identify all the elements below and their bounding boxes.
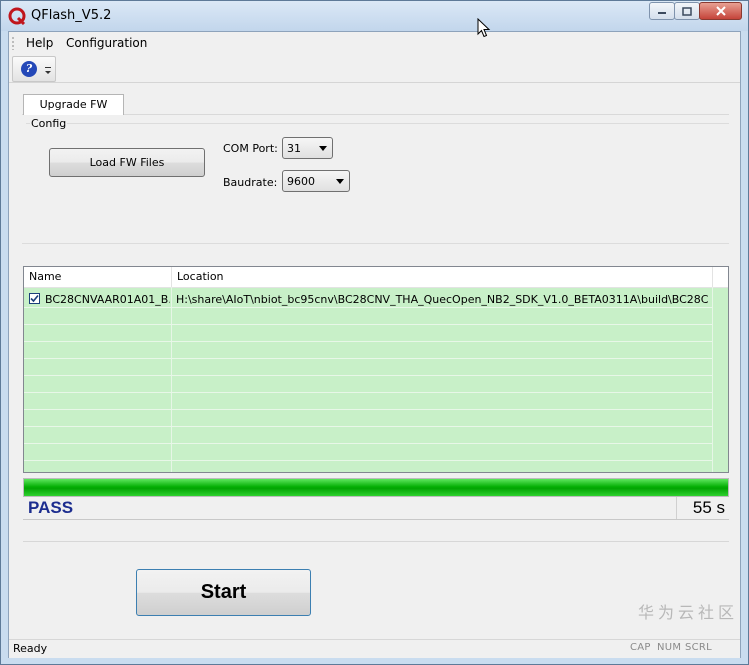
elapsed-time: 55 s — [676, 497, 729, 519]
config-group-border — [26, 123, 729, 124]
baudrate-label: Baudrate: — [223, 176, 278, 189]
tab-pane-upgrade-fw — [22, 114, 729, 245]
table-row — [24, 376, 712, 393]
table-row — [24, 427, 712, 444]
firmware-file-list[interactable]: Name Location BC28CNVAAR01A01_B... H:\sh… — [23, 266, 729, 473]
row-name: BC28CNVAAR01A01_B... — [45, 293, 170, 306]
status-bar: Ready CAP NUM SCRL — [9, 639, 740, 658]
progress-fill — [24, 479, 728, 496]
minimize-icon[interactable] — [649, 2, 675, 20]
indicator-num: NUM — [657, 642, 682, 653]
column-header-name[interactable]: Name — [24, 267, 172, 287]
close-icon[interactable] — [699, 2, 742, 20]
result-status: PASS — [28, 498, 74, 517]
maximize-icon[interactable] — [674, 2, 700, 20]
table-row — [24, 325, 712, 342]
result-row: PASS 55 s — [23, 497, 729, 520]
table-row[interactable]: BC28CNVAAR01A01_B... H:\share\AIoT\nbiot… — [24, 291, 712, 308]
watermark: 华为云社区 — [637, 603, 738, 622]
table-row — [24, 359, 712, 376]
status-text: Ready — [13, 642, 48, 655]
start-button-label: Start — [200, 581, 247, 603]
table-row — [24, 410, 712, 427]
main-window: QFlash_V5.2 Help Configuration ? Upgrade… — [0, 0, 749, 665]
result-separator — [23, 519, 729, 520]
row-location: H:\share\AIoT\nbiot_bc95cnv\BC28CNV_THA_… — [176, 293, 709, 306]
column-header-location[interactable]: Location — [172, 267, 713, 287]
list-header: Name Location — [24, 267, 728, 288]
toolbar-strip: ? — [12, 56, 56, 82]
indicator-scrl: SCRL — [685, 642, 713, 653]
table-row — [24, 393, 712, 410]
config-separator — [22, 243, 729, 244]
client-area: Help Configuration ? Upgrade FW Config L… — [8, 31, 741, 658]
baudrate-select[interactable]: 9600 — [282, 170, 350, 192]
tab-upgrade-fw[interactable]: Upgrade FW — [23, 94, 124, 115]
com-port-label: COM Port: — [223, 142, 278, 155]
mouse-cursor-icon — [477, 18, 491, 38]
help-question-icon[interactable]: ? — [21, 61, 37, 77]
upgrade-progress-bar — [23, 478, 729, 497]
chevron-down-icon — [336, 179, 344, 184]
toolbar: ? — [9, 54, 740, 83]
baudrate-value: 9600 — [287, 175, 315, 188]
menubar-grip[interactable] — [12, 36, 14, 50]
indicator-cap: CAP — [630, 642, 651, 653]
bottom-separator — [23, 541, 729, 542]
start-button[interactable]: Start — [136, 569, 311, 616]
chevron-down-icon[interactable] — [44, 65, 52, 77]
menu-help[interactable]: Help — [26, 36, 53, 50]
qflash-q-logo-icon — [8, 7, 26, 25]
menu-bar: Help Configuration — [9, 32, 740, 54]
load-fw-files-label: Load FW Files — [89, 156, 165, 169]
com-port-value: 31 — [287, 142, 301, 155]
table-row — [24, 342, 712, 359]
table-row — [24, 444, 712, 461]
com-port-select[interactable]: 31 — [282, 137, 333, 159]
window-title: QFlash_V5.2 — [31, 8, 112, 23]
chevron-down-icon — [319, 146, 327, 151]
table-row — [24, 308, 712, 325]
row-checkbox[interactable] — [29, 293, 40, 304]
config-group-label: Config — [30, 117, 68, 130]
load-fw-files-button[interactable]: Load FW Files — [49, 148, 205, 177]
title-bar[interactable]: QFlash_V5.2 — [1, 1, 748, 31]
column-divider — [712, 287, 713, 472]
window-controls — [649, 2, 742, 20]
menu-configuration[interactable]: Configuration — [66, 36, 147, 50]
